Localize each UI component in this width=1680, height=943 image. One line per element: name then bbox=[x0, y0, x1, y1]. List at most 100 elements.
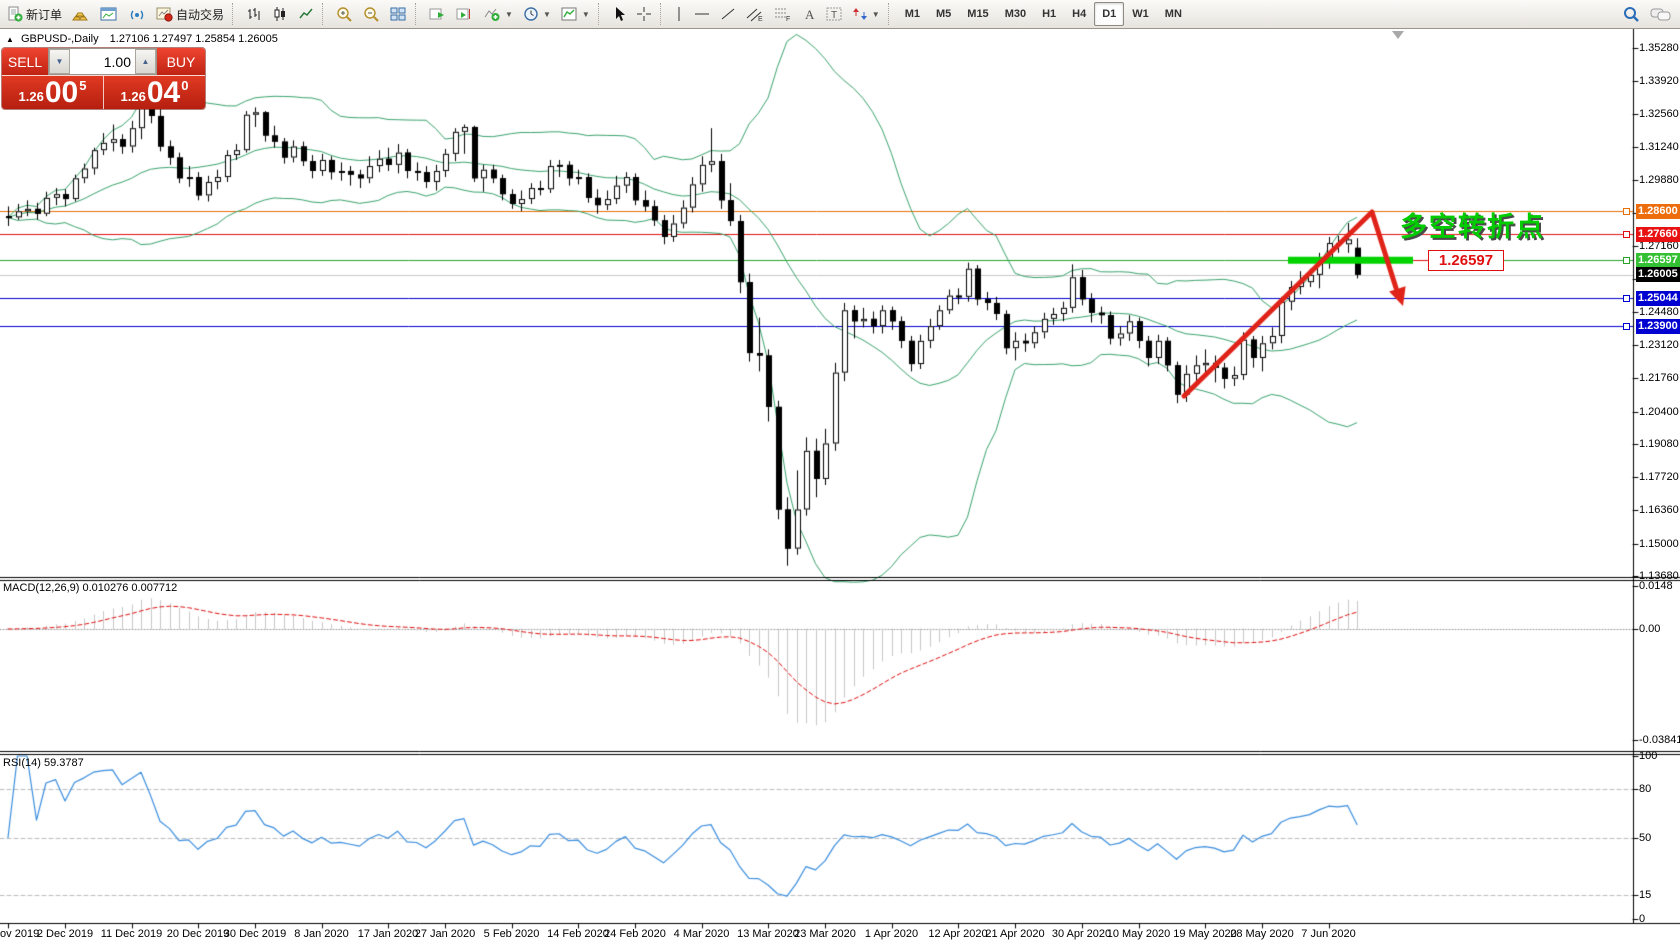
timeframe-d1-button[interactable]: D1 bbox=[1094, 2, 1124, 26]
date-axis-label: 4 Mar 2020 bbox=[674, 928, 730, 940]
chart-window-icon-button[interactable] bbox=[95, 1, 123, 27]
macd-tick-label: 0.00 bbox=[1639, 623, 1660, 635]
timeframe-h4-button[interactable]: H4 bbox=[1064, 2, 1094, 26]
dropdown-caret-icon: ▼ bbox=[582, 10, 590, 19]
price-level-badge: 1.23900 bbox=[1636, 319, 1680, 334]
date-axis-label: 13 Mar 2020 bbox=[737, 928, 799, 940]
macd-tick-label: 0.0148 bbox=[1639, 580, 1673, 592]
new-order-button[interactable]: 新订单 bbox=[2, 1, 67, 27]
buy-price[interactable]: 1.26 04 0 bbox=[103, 75, 205, 109]
price-tick-label: 1.16360 bbox=[1639, 504, 1679, 516]
timeframe-h1-button[interactable]: H1 bbox=[1034, 2, 1064, 26]
new-order-label: 新订单 bbox=[26, 6, 62, 23]
chart-shift-marker[interactable] bbox=[1392, 31, 1404, 39]
price-level-badge: 1.27660 bbox=[1636, 227, 1680, 242]
indicators-button[interactable]: ▼ bbox=[478, 1, 518, 27]
date-axis-label: 12 Apr 2020 bbox=[928, 928, 987, 940]
dropdown-caret-icon: ▼ bbox=[872, 10, 880, 19]
price-tick-label: 1.32560 bbox=[1639, 108, 1679, 120]
buy-price-big: 04 bbox=[147, 79, 180, 107]
timeframe-m30-button[interactable]: M30 bbox=[997, 2, 1034, 26]
templates-button[interactable]: ▼ bbox=[556, 1, 595, 27]
tile-windows-button[interactable] bbox=[385, 1, 412, 27]
search-icon[interactable] bbox=[1622, 5, 1640, 23]
price-tick-label: 1.31240 bbox=[1639, 141, 1679, 153]
sell-price[interactable]: 1.26 00 5 bbox=[2, 75, 103, 109]
level-line-handle[interactable] bbox=[1623, 231, 1630, 238]
equidistant-channel-tool-button[interactable]: E bbox=[741, 1, 769, 27]
volume-increase-button[interactable]: ▲ bbox=[135, 49, 156, 74]
level-line-handle[interactable] bbox=[1623, 323, 1630, 330]
gold-bars-icon-button[interactable] bbox=[67, 1, 95, 27]
price-tick-label: 1.24480 bbox=[1639, 306, 1679, 318]
chart-symbol-period: GBPUSD-,Daily bbox=[21, 33, 99, 45]
date-axis-label: 28 May 2020 bbox=[1230, 928, 1294, 940]
chart-window: ▲ GBPUSD-,Daily 1.27106 1.27497 1.25854 … bbox=[0, 29, 1680, 943]
toolbar-separator bbox=[415, 3, 421, 25]
volume-input[interactable] bbox=[70, 49, 135, 74]
horizontal-line-tool-button[interactable] bbox=[689, 1, 715, 27]
turning-point-annotation[interactable]: 多空转折点 bbox=[1400, 205, 1545, 244]
signals-icon-button[interactable] bbox=[123, 1, 151, 27]
date-axis-label: 8 Jan 2020 bbox=[294, 928, 348, 940]
price-tag-label[interactable]: 1.26597 bbox=[1428, 250, 1504, 271]
auto-scroll-button[interactable] bbox=[424, 1, 451, 27]
price-tick-label: 1.21760 bbox=[1639, 372, 1679, 384]
timeframe-w1-button[interactable]: W1 bbox=[1124, 2, 1157, 26]
date-axis-label: 10 May 2020 bbox=[1107, 928, 1171, 940]
dropdown-caret-icon: ▼ bbox=[543, 10, 551, 19]
periods-button[interactable]: ▼ bbox=[518, 1, 556, 27]
timeframe-mn-button[interactable]: MN bbox=[1157, 2, 1190, 26]
price-chart-canvas[interactable] bbox=[0, 29, 1680, 943]
chat-icon[interactable] bbox=[1650, 5, 1672, 23]
price-tick-label: 1.27160 bbox=[1639, 240, 1679, 252]
volume-control: ▼ ▲ bbox=[48, 48, 157, 75]
price-level-badge: 1.28600 bbox=[1636, 204, 1680, 219]
fibonacci-tool-button[interactable]: F bbox=[769, 1, 797, 27]
autotrading-label: 自动交易 bbox=[176, 6, 224, 23]
price-level-badge: 1.26005 bbox=[1636, 267, 1680, 282]
timeframe-m5-button[interactable]: M5 bbox=[928, 2, 959, 26]
timeframe-m15-button[interactable]: M15 bbox=[959, 2, 996, 26]
zoom-in-button[interactable] bbox=[331, 1, 358, 27]
price-tick-label: 1.29880 bbox=[1639, 174, 1679, 186]
subwindow-collapse-icon[interactable]: ▲ bbox=[6, 35, 14, 44]
sell-button[interactable]: SELL bbox=[2, 48, 48, 75]
level-line-handle[interactable] bbox=[1623, 257, 1630, 264]
trendline-tool-button[interactable] bbox=[715, 1, 741, 27]
cursor-tool-button[interactable] bbox=[607, 1, 631, 27]
bar-chart-mode-button[interactable] bbox=[241, 1, 267, 27]
rsi-tick-label: 80 bbox=[1639, 783, 1651, 795]
svg-text:A: A bbox=[805, 7, 815, 22]
timeframe-bar: M1M5M15M30H1H4D1W1MN bbox=[897, 2, 1190, 26]
vertical-line-tool-button[interactable] bbox=[669, 1, 689, 27]
level-line-handle[interactable] bbox=[1623, 208, 1630, 215]
volume-decrease-button[interactable]: ▼ bbox=[49, 49, 70, 74]
sell-price-prefix: 1.26 bbox=[19, 89, 44, 104]
autotrading-button[interactable]: 自动交易 bbox=[151, 1, 229, 27]
toolbar-separator bbox=[598, 3, 604, 25]
date-axis-label: 30 Apr 2020 bbox=[1052, 928, 1111, 940]
level-line-handle[interactable] bbox=[1623, 295, 1630, 302]
autotrading-icon bbox=[156, 6, 173, 22]
text-label-tool-button[interactable]: T bbox=[821, 1, 847, 27]
rsi-indicator-label: RSI(14) 59.3787 bbox=[3, 757, 84, 769]
line-chart-mode-button[interactable] bbox=[293, 1, 319, 27]
timeframe-m1-button[interactable]: M1 bbox=[897, 2, 928, 26]
buy-button[interactable]: BUY bbox=[157, 48, 205, 75]
rsi-tick-label: 15 bbox=[1639, 889, 1651, 901]
price-tick-label: 1.20400 bbox=[1639, 406, 1679, 418]
crosshair-tool-button[interactable] bbox=[631, 1, 657, 27]
mt4-terminal: 新订单 自动交易 ▼ ▼ ▼ E F A T ▼ M bbox=[0, 0, 1680, 943]
zoom-out-button[interactable] bbox=[358, 1, 385, 27]
toolbar-separator bbox=[322, 3, 328, 25]
date-axis-label: 7 Jun 2020 bbox=[1301, 928, 1355, 940]
candlestick-mode-button[interactable] bbox=[267, 1, 293, 27]
text-tool-button[interactable]: A bbox=[797, 1, 821, 27]
macd-tick-label: -0.038415 bbox=[1639, 734, 1680, 746]
price-tick-label: 1.23120 bbox=[1639, 339, 1679, 351]
chart-shift-button[interactable] bbox=[451, 1, 478, 27]
arrows-tool-button[interactable]: ▼ bbox=[847, 1, 885, 27]
buy-price-pip: 0 bbox=[181, 78, 188, 93]
price-tick-label: 1.35280 bbox=[1639, 42, 1679, 54]
